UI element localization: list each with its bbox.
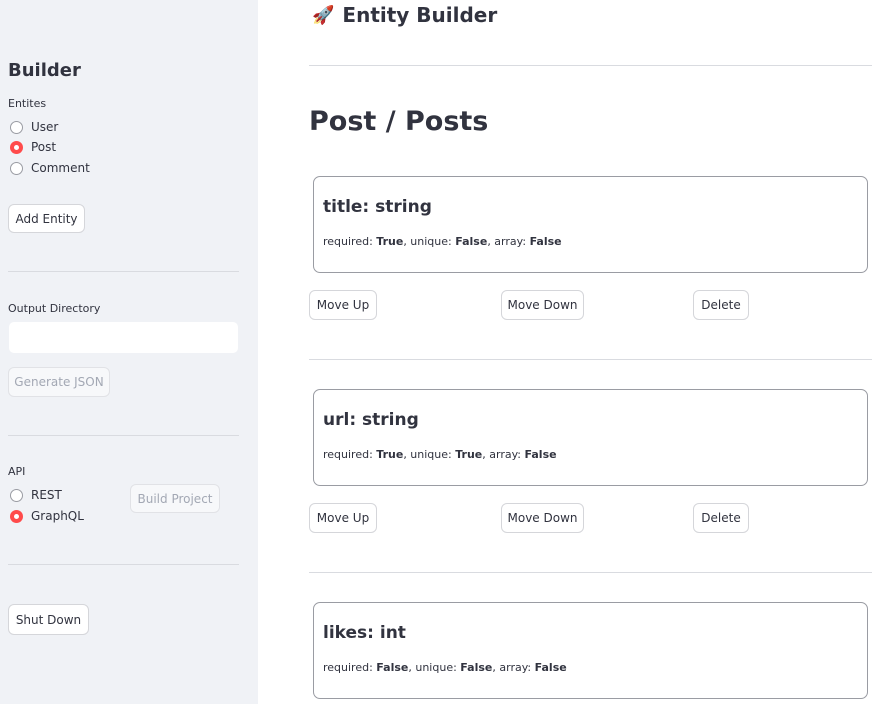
field-title: title: string	[323, 197, 432, 217]
field-title: url: string	[323, 410, 419, 430]
move-up-button[interactable]: Move Up	[309, 503, 377, 533]
api-radio-label: REST	[31, 488, 62, 502]
build-project-button[interactable]: Build Project	[130, 484, 220, 513]
api-radio-graphql[interactable]: GraphQL	[10, 509, 84, 523]
sidebar-title: Builder	[8, 60, 81, 81]
output-directory-label: Output Directory	[8, 302, 101, 315]
field-card: title: string required: True, unique: Fa…	[313, 176, 868, 273]
app-title-text: Entity Builder	[342, 3, 498, 27]
shut-down-button[interactable]: Shut Down	[8, 604, 89, 635]
sidebar-divider	[8, 435, 239, 436]
field-card: likes: int required: False, unique: Fals…	[313, 602, 868, 699]
app-title: 🚀 Entity Builder	[312, 3, 497, 27]
delete-button[interactable]: Delete	[693, 290, 749, 320]
radio-icon	[10, 120, 23, 134]
entities-label: Entites	[8, 97, 47, 110]
radio-selected-icon	[10, 509, 23, 523]
header-divider	[309, 65, 872, 66]
field-card: url: string required: True, unique: True…	[313, 389, 868, 486]
field-divider	[309, 359, 872, 360]
api-radio-label: GraphQL	[31, 509, 84, 523]
entity-radio-label: User	[31, 120, 59, 134]
add-entity-button[interactable]: Add Entity	[8, 204, 85, 233]
move-up-button[interactable]: Move Up	[309, 290, 377, 320]
generate-json-button[interactable]: Generate JSON	[8, 367, 110, 397]
entity-radio-label: Comment	[31, 161, 90, 175]
sidebar-divider	[8, 271, 239, 272]
field-title: likes: int	[323, 623, 406, 643]
sidebar: Builder Entites User Post Comment Add En…	[0, 0, 258, 704]
output-directory-input[interactable]	[8, 321, 239, 354]
api-label: API	[8, 465, 26, 478]
entity-radio-user[interactable]: User	[10, 120, 58, 134]
entity-heading: Post / Posts	[309, 106, 489, 137]
radio-icon	[10, 488, 23, 502]
field-meta: required: False, unique: False, array: F…	[323, 661, 567, 674]
delete-button[interactable]: Delete	[693, 503, 749, 533]
api-radio-rest[interactable]: REST	[10, 488, 62, 502]
entity-radio-comment[interactable]: Comment	[10, 161, 90, 175]
sidebar-divider	[8, 564, 239, 565]
main-content: 🚀 Entity Builder Post / Posts title: str…	[258, 0, 878, 704]
field-meta: required: True, unique: False, array: Fa…	[323, 235, 562, 248]
rocket-icon: 🚀	[312, 4, 335, 26]
field-divider	[309, 572, 872, 573]
entity-radio-label: Post	[31, 140, 57, 154]
radio-icon	[10, 161, 23, 175]
move-down-button[interactable]: Move Down	[501, 503, 584, 533]
radio-selected-icon	[10, 140, 23, 154]
field-meta: required: True, unique: True, array: Fal…	[323, 448, 557, 461]
move-down-button[interactable]: Move Down	[501, 290, 584, 320]
entity-radio-post[interactable]: Post	[10, 140, 56, 154]
